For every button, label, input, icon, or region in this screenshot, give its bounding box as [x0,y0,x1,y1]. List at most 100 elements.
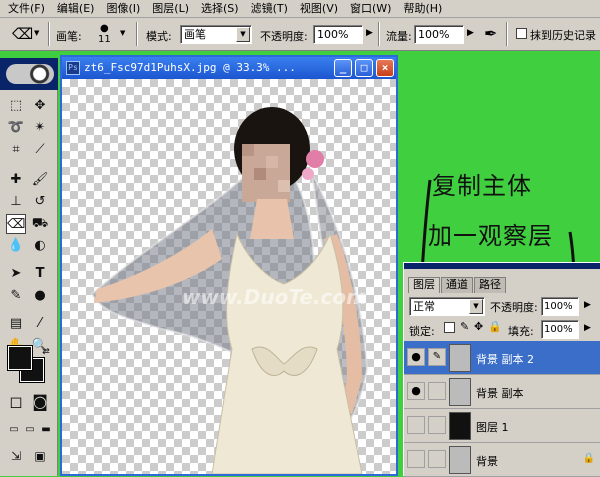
imageready-icon[interactable]: ▣ [30,446,50,466]
flow-input[interactable]: 100% [414,25,464,44]
move-tool-icon[interactable]: ✥ [30,96,50,116]
layer-row[interactable]: 背景 🔒 [404,443,600,477]
link-slot[interactable] [428,382,446,400]
menu-bar: 文件(F) 编辑(E) 图像(I) 图层(L) 选择(S) 滤镜(T) 视图(V… [0,0,600,18]
history-label: 抹到历史记录 [530,29,596,42]
document-titlebar[interactable]: Ps zt6_Fsc97d1PuhsX.jpg @ 33.3% ... _ □ … [62,57,396,79]
layer-row[interactable]: 图层 1 [404,409,600,443]
blend-mode-select[interactable]: 正常 ▼ [409,297,485,316]
document-icon: Ps [66,61,80,75]
flow-label: 流量: [386,30,412,43]
document-window: Ps zt6_Fsc97d1PuhsX.jpg @ 33.3% ... _ □ … [60,55,398,476]
swap-colors-icon[interactable]: ⇄ [36,342,56,362]
options-bar: ⌫ ▼ 画笔: ● 11 ▼ 模式: 画笔 ▼ 不透明度: 100% ▶ 流量:… [0,18,600,51]
layers-panel-header[interactable] [404,263,600,269]
chevron-down-icon: ▼ [236,27,250,42]
notes-tool-icon[interactable]: ▤ [6,314,26,334]
tab-paths[interactable]: 路径 [474,277,506,293]
link-slot[interactable] [428,416,446,434]
brush-tool-icon[interactable]: 🖌 [30,170,50,190]
lock-brush-icon[interactable]: ✎ [460,320,469,333]
menu-edit[interactable]: 编辑(E) [51,0,101,18]
layer-opacity-arrow-icon[interactable]: ▶ [584,300,591,310]
eyedropper-tool-icon[interactable]: ⁄ [30,314,50,334]
layer-row[interactable]: ● ✎ 背景 副本 2 [404,341,600,375]
opacity-arrow-icon[interactable]: ▶ [366,28,373,38]
menu-file[interactable]: 文件(F) [2,0,51,18]
minimize-icon[interactable]: _ [334,59,352,77]
quick-mask-mode-icon[interactable]: ◙ [30,392,50,412]
visibility-slot[interactable] [407,416,425,434]
visibility-slot[interactable] [407,450,425,468]
history-checkbox[interactable] [516,28,527,39]
eye-icon[interactable]: ● [407,382,425,400]
pen-tool-icon[interactable]: ✎ [6,286,26,306]
close-icon[interactable]: × [376,59,394,77]
menu-help[interactable]: 帮助(H) [397,0,448,18]
slice-tool-icon[interactable]: ⟋ [30,140,50,160]
opacity-input[interactable]: 100% [313,25,363,44]
brush-dropdown-arrow[interactable]: ▼ [120,29,125,37]
hair-flower [306,150,324,168]
foreground-color-swatch[interactable] [7,345,33,371]
fill-arrow-icon[interactable]: ▶ [584,323,591,333]
toolbox-header [0,58,58,90]
layers-tabs: 图层 通道 路径 [408,277,507,293]
layer-name: 背景 [476,455,498,468]
menu-filter[interactable]: 滤镜(T) [245,0,294,18]
blur-tool-icon[interactable]: 💧 [6,236,26,256]
paint-bucket-tool-icon[interactable]: ⛟ [30,214,50,234]
clone-stamp-tool-icon[interactable]: ⊥ [6,192,26,212]
preset-dropdown-arrow[interactable]: ▼ [34,29,39,37]
marquee-tool-icon[interactable]: ⬚ [6,96,26,116]
shape-tool-icon[interactable]: ● [30,286,50,306]
eraser-tool-icon[interactable]: ⌫ [6,214,26,234]
tab-layers[interactable]: 图层 [408,277,440,293]
lock-move-icon[interactable]: ✥ [474,320,483,333]
layer-name: 背景 副本 2 [476,353,534,366]
airbrush-icon[interactable]: ✒ [484,24,497,43]
layers-panel: 图层 通道 路径 正常 ▼ 不透明度: 100% ▶ 锁定: ✎ ✥ 🔒 填充:… [403,262,600,477]
lock-icon: 🔒 [582,453,595,464]
menu-window[interactable]: 窗口(W) [344,0,397,18]
menu-image[interactable]: 图像(I) [100,0,146,18]
layer-opacity-input[interactable]: 100% [541,297,579,316]
brush-icon[interactable]: ✎ [428,348,446,366]
layer-thumbnail [449,412,471,440]
brush-dot-icon[interactable]: ● [100,23,109,34]
flow-arrow-icon[interactable]: ▶ [467,28,474,38]
image-canvas[interactable]: www.DuoTe.com [62,79,396,474]
history-brush-tool-icon[interactable]: ↺ [30,192,50,212]
screen-mode-full-icon[interactable]: ▬ [36,420,56,440]
menu-layer[interactable]: 图层(L) [146,0,195,18]
layer-opacity-label: 不透明度: [490,301,538,314]
mode-select[interactable]: 画笔 ▼ [180,25,252,44]
jump-to-imageready-icon[interactable]: ⇲ [6,446,26,466]
menu-view[interactable]: 视图(V) [294,0,344,18]
lock-transparent-icon[interactable] [444,322,455,333]
layer-thumbnail [449,446,471,474]
standard-mode-icon[interactable]: ◻ [6,392,26,412]
link-slot[interactable] [428,450,446,468]
eye-icon[interactable]: ● [407,348,425,366]
fill-input[interactable]: 100% [541,320,579,339]
layer-row[interactable]: ● 背景 副本 [404,375,600,409]
dodge-tool-icon[interactable]: ◐ [30,236,50,256]
magic-wand-tool-icon[interactable]: ✴ [30,118,50,138]
menu-select[interactable]: 选择(S) [195,0,245,18]
tab-channels[interactable]: 通道 [441,277,473,293]
mode-value: 画笔 [184,28,206,41]
separator [136,22,138,46]
brush-size: 11 [98,34,111,45]
path-select-tool-icon[interactable]: ➤ [6,264,26,284]
neck [250,199,294,239]
eraser-tool-preset-icon[interactable]: ⌫ [12,25,33,43]
lasso-tool-icon[interactable]: ➰ [6,118,26,138]
maximize-icon[interactable]: □ [355,59,373,77]
lock-all-icon[interactable]: 🔒 [488,320,502,333]
document-title: zt6_Fsc97d1PuhsX.jpg @ 33.3% ... [84,61,296,74]
toolbox: ⬚ ✥ ➰ ✴ ⌗ ⟋ ✚ 🖌 ⊥ ↺ ⌫ ⛟ 💧 ◐ ➤ T ✎ ● ▤ ⁄ … [0,58,58,476]
crop-tool-icon[interactable]: ⌗ [6,140,26,160]
healing-brush-tool-icon[interactable]: ✚ [6,170,26,190]
type-tool-icon[interactable]: T [30,264,50,284]
